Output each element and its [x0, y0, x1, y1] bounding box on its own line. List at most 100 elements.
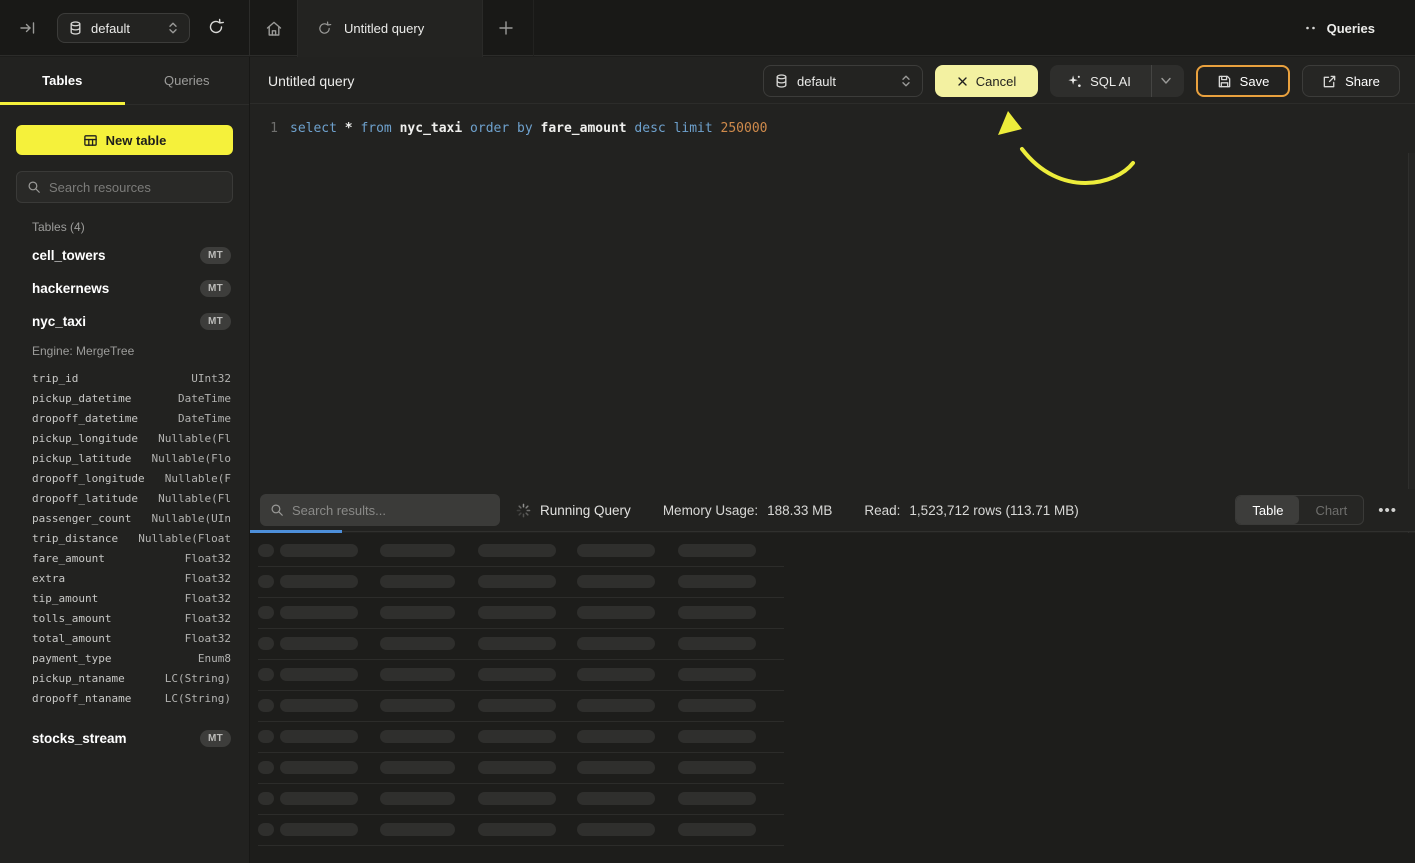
skeleton-pill: [380, 761, 455, 774]
view-toggle-table[interactable]: Table: [1236, 496, 1299, 524]
column-name: tip_amount: [32, 592, 98, 605]
database-icon: [774, 73, 789, 89]
queries-menu-label: Queries: [1327, 21, 1375, 36]
share-button[interactable]: Share: [1302, 65, 1400, 97]
sql-token: by: [517, 121, 533, 136]
sql-ai-dropdown[interactable]: [1151, 65, 1181, 97]
skeleton-pill: [478, 730, 556, 743]
table-name: nyc_taxi: [32, 314, 86, 329]
tables-list: cell_towersMThackernewsMTnyc_taxiMTEngin…: [16, 239, 233, 755]
skeleton-pill: [577, 730, 655, 743]
sql-token: order: [470, 121, 509, 136]
queries-menu-button[interactable]: Queries: [1305, 0, 1375, 56]
new-tab-button[interactable]: [495, 17, 517, 39]
query-status-text: Running Query: [540, 503, 631, 518]
skeleton-pill: [380, 606, 455, 619]
skeleton-pill: [380, 699, 455, 712]
skeleton-pill: [380, 668, 455, 681]
skeleton-pill: [678, 544, 756, 557]
refresh-icon: [206, 17, 228, 37]
skeleton-pill: [258, 637, 274, 650]
query-database-selector[interactable]: default: [763, 65, 923, 97]
sidebar-tabs: Tables Queries: [0, 57, 249, 105]
column-row: total_amountFloat32: [32, 628, 231, 648]
row-separator: [258, 814, 784, 815]
column-type: LC(String): [165, 692, 231, 705]
column-name: dropoff_latitude: [32, 492, 138, 505]
database-icon: [68, 20, 83, 36]
skeleton-pill: [478, 606, 556, 619]
skeleton-pill: [280, 823, 358, 836]
sql-token: [392, 121, 400, 136]
sql-token: desc: [634, 121, 665, 136]
skeleton-pill: [258, 823, 274, 836]
memory-usage-value: 188.33 MB: [767, 503, 832, 518]
column-type: Nullable(F: [165, 472, 231, 485]
skeleton-pill: [258, 792, 274, 805]
cancel-query-button[interactable]: Cancel: [935, 65, 1038, 97]
search-icon: [270, 503, 284, 517]
sidebar-tab-queries[interactable]: Queries: [125, 57, 250, 104]
read-label: Read:: [864, 503, 900, 518]
sql-token: [509, 121, 517, 136]
sql-token: limit: [674, 121, 713, 136]
code-line-row: 1 select * from nyc_taxi order by fare_a…: [250, 119, 768, 139]
column-name: dropoff_datetime: [32, 412, 138, 425]
column-name: dropoff_ntaname: [32, 692, 131, 705]
skeleton-pill: [478, 575, 556, 588]
tab-untitled-query[interactable]: Untitled query: [297, 0, 483, 57]
skeleton-pill: [577, 668, 655, 681]
save-button[interactable]: Save: [1196, 65, 1290, 97]
sql-ai-main[interactable]: SQL AI: [1053, 65, 1143, 97]
sql-editor[interactable]: 1 select * from nyc_taxi order by fare_a…: [250, 105, 1415, 489]
sql-token: nyc_taxi: [400, 121, 463, 136]
results-table-loading: [250, 533, 1415, 863]
sidebar-collapse-icon: [18, 19, 38, 37]
column-row: trip_idUInt32: [32, 368, 231, 388]
home-button[interactable]: [264, 19, 284, 38]
main-panel: Untitled query default: [250, 57, 1415, 863]
skeleton-pill: [478, 668, 556, 681]
search-resources-input[interactable]: [49, 180, 222, 195]
new-table-button[interactable]: New table: [16, 125, 233, 155]
refresh-connection-button[interactable]: [206, 17, 228, 39]
engine-label: Engine: MergeTree: [16, 338, 233, 364]
database-selector[interactable]: default: [57, 13, 190, 43]
sql-code-line[interactable]: select * from nyc_taxi order by fare_amo…: [290, 119, 768, 139]
search-results-input[interactable]: [292, 503, 490, 518]
table-item-cell_towers[interactable]: cell_towersMT: [16, 239, 233, 272]
table-grid-icon: [83, 133, 98, 148]
skeleton-pill: [577, 575, 655, 588]
skeleton-pill: [280, 544, 358, 557]
plus-icon: [495, 17, 517, 39]
more-options-button[interactable]: •••: [1376, 498, 1399, 523]
table-item-hackernews[interactable]: hackernewsMT: [16, 272, 233, 305]
column-row: trip_distanceNullable(Float: [32, 528, 231, 548]
share-label: Share: [1345, 74, 1380, 89]
column-type: Nullable(Float: [138, 532, 231, 545]
sidebar-collapse-button[interactable]: [18, 19, 38, 37]
skeleton-pill: [478, 761, 556, 774]
skeleton-pill: [678, 823, 756, 836]
skeleton-pill: [678, 606, 756, 619]
skeleton-pill: [478, 637, 556, 650]
skeleton-pill: [678, 761, 756, 774]
skeleton-pill: [577, 699, 655, 712]
table-item-nyc_taxi[interactable]: nyc_taxiMT: [16, 305, 233, 338]
row-separator: [258, 597, 784, 598]
skeleton-pill: [577, 606, 655, 619]
table-item-stocks_stream[interactable]: stocks_streamMT: [16, 722, 233, 755]
sparkle-icon: [1067, 74, 1082, 89]
sidebar-tab-tables[interactable]: Tables: [0, 57, 125, 104]
column-type: Float32: [185, 612, 231, 625]
skeleton-pill: [380, 792, 455, 805]
sidebar: Tables Queries New table Tables (4) cell…: [0, 57, 250, 863]
view-toggle-chart[interactable]: Chart: [1299, 496, 1363, 524]
tables-section-label: Tables (4): [32, 220, 85, 234]
sql-ai-button: SQL AI: [1050, 65, 1184, 97]
column-row: pickup_datetimeDateTime: [32, 388, 231, 408]
sql-token: [462, 121, 470, 136]
skeleton-pill: [478, 792, 556, 805]
results-toolbar: Running Query Memory Usage: 188.33 MB Re…: [250, 489, 1415, 531]
engine-badge: MT: [200, 280, 231, 297]
